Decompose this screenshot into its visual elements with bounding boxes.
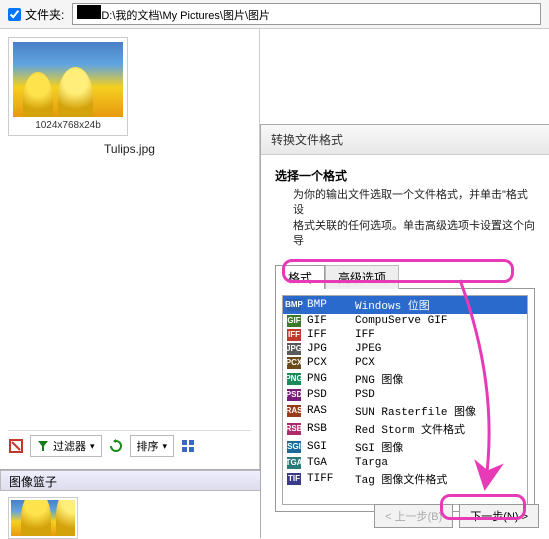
convert-dialog: 转换文件格式 选择一个格式 为你的输出文件选取一个文件格式，并单击"格式设 格式… xyxy=(260,124,549,538)
format-row-bmp[interactable]: BMP BMP Windows 位图 xyxy=(283,296,527,314)
thumbnail-image xyxy=(13,42,123,117)
format-row-tiff[interactable]: TIF TIFF Tag 图像文件格式 xyxy=(283,470,527,488)
format-desc: Windows 位图 xyxy=(355,297,430,313)
format-row-pcx[interactable]: PCX PCX PCX xyxy=(283,356,527,370)
format-row-jpg[interactable]: JPG JPG JPEG xyxy=(283,342,527,356)
sort-label: 排序 xyxy=(137,438,159,454)
stop-icon[interactable] xyxy=(8,438,24,454)
format-row-psd[interactable]: PSD PSD PSD xyxy=(283,388,527,402)
folder-label: 文件夹: xyxy=(25,6,64,23)
format-list[interactable]: BMPBMPWindows 位图GIFGIFCompuServe GIFIFFI… xyxy=(282,295,528,505)
format-icon: PCX xyxy=(287,357,301,369)
format-desc: PNG 图像 xyxy=(355,371,403,387)
format-row-png[interactable]: PNG PNG PNG 图像 xyxy=(283,370,527,388)
tab-bar: 格式 高级选项 xyxy=(275,264,535,288)
next-button[interactable]: 下一步(N) > xyxy=(459,504,539,528)
tab-format[interactable]: 格式 xyxy=(275,265,325,289)
format-ext: RAS xyxy=(307,405,349,417)
format-icon: RSB xyxy=(287,423,301,435)
format-desc: SUN Rasterfile 图像 xyxy=(355,403,476,419)
format-icon: IFF xyxy=(287,329,301,341)
format-ext: IFF xyxy=(307,329,349,341)
format-icon: RAS xyxy=(287,405,301,417)
chevron-down-icon: ▾ xyxy=(163,441,168,452)
format-ext: RSB xyxy=(307,423,349,435)
filter-icon xyxy=(37,440,49,452)
format-ext: PSD xyxy=(307,389,349,401)
format-desc: Tag 图像文件格式 xyxy=(355,471,447,487)
drive-icon xyxy=(77,5,101,19)
format-ext: PNG xyxy=(307,373,349,385)
chevron-down-icon: ▾ xyxy=(90,441,95,452)
format-desc: PSD xyxy=(355,389,375,401)
folder-path[interactable]: D:\我的文档\My Pictures\图片\图片 xyxy=(72,3,541,25)
format-icon: TGA xyxy=(287,457,301,469)
format-desc: IFF xyxy=(355,329,375,341)
dialog-description: 为你的输出文件选取一个文件格式，并单击"格式设 格式关联的任何选项。单击高级选项… xyxy=(293,188,535,250)
dialog-title: 转换文件格式 xyxy=(261,125,549,155)
format-icon: PSD xyxy=(287,389,301,401)
grid-icon[interactable] xyxy=(180,438,196,454)
format-desc: Targa xyxy=(355,457,388,469)
format-ext: SGI xyxy=(307,441,349,453)
thumbnail-panel: 1024x768x24b Tulips.jpg 过滤器 ▾ 排序 ▾ xyxy=(0,29,260,469)
format-panel: BMPBMPWindows 位图GIFGIFCompuServe GIFIFFI… xyxy=(275,288,535,512)
format-row-tga[interactable]: TGA TGA Targa xyxy=(283,456,527,470)
filter-button[interactable]: 过滤器 ▾ xyxy=(30,435,102,457)
format-desc: SGI 图像 xyxy=(355,439,403,455)
thumbnail-dimensions: 1024x768x24b xyxy=(13,117,123,131)
format-ext: JPG xyxy=(307,343,349,355)
format-icon: JPG xyxy=(287,343,301,355)
tab-advanced[interactable]: 高级选项 xyxy=(325,265,399,289)
format-ext: GIF xyxy=(307,315,349,327)
format-desc: Red Storm 文件格式 xyxy=(355,421,465,437)
left-toolbar: 过滤器 ▾ 排序 ▾ xyxy=(8,430,251,461)
format-icon: GIF xyxy=(287,315,301,327)
format-icon: SGI xyxy=(287,441,301,453)
dialog-footer: < 上一步(B) 下一步(N) > xyxy=(374,504,539,528)
prev-button[interactable]: < 上一步(B) xyxy=(374,504,453,528)
format-icon: TIF xyxy=(287,473,301,485)
format-row-rsb[interactable]: RSB RSB Red Storm 文件格式 xyxy=(283,420,527,438)
filter-label: 过滤器 xyxy=(53,438,86,454)
refresh-icon[interactable] xyxy=(108,438,124,454)
thumbnail-filename: Tulips.jpg xyxy=(8,142,251,156)
format-icon: PNG xyxy=(287,373,301,385)
folder-bar: 文件夹: D:\我的文档\My Pictures\图片\图片 xyxy=(0,0,549,29)
format-desc: PCX xyxy=(355,357,375,369)
format-ext: BMP xyxy=(307,299,349,311)
format-row-ras[interactable]: RAS RAS SUN Rasterfile 图像 xyxy=(283,402,527,420)
dialog-heading: 选择一个格式 xyxy=(275,167,535,184)
format-ext: TGA xyxy=(307,457,349,469)
format-desc: JPEG xyxy=(355,343,381,355)
format-row-gif[interactable]: GIF GIF CompuServe GIF xyxy=(283,314,527,328)
format-row-iff[interactable]: IFF IFF IFF xyxy=(283,328,527,342)
format-ext: TIFF xyxy=(307,473,349,485)
sort-button[interactable]: 排序 ▾ xyxy=(130,435,175,457)
format-ext: PCX xyxy=(307,357,349,369)
format-desc: CompuServe GIF xyxy=(355,315,447,327)
thumbnail-card[interactable]: 1024x768x24b xyxy=(8,37,128,136)
format-row-sgi[interactable]: SGI SGI SGI 图像 xyxy=(283,438,527,456)
format-icon: BMP xyxy=(287,299,301,311)
folder-checkbox[interactable] xyxy=(8,8,21,21)
basket-thumbnail[interactable] xyxy=(8,497,78,539)
